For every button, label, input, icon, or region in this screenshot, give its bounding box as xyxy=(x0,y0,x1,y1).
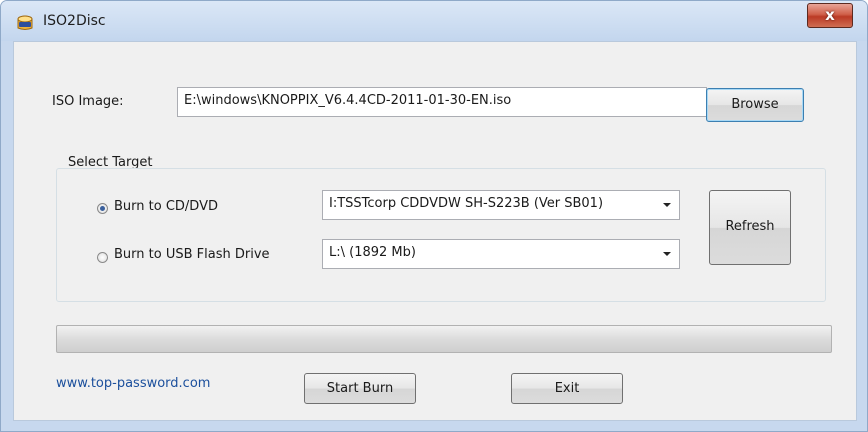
radio-selected-dot xyxy=(100,206,105,211)
window-title: ISO2Disc xyxy=(43,13,106,29)
usb-drive-value: L:\ (1892 Mb) xyxy=(329,245,416,260)
close-button[interactable]: x xyxy=(807,3,853,28)
website-link[interactable]: www.top-password.com xyxy=(56,376,210,391)
burn-cd-label[interactable]: Burn to CD/DVD xyxy=(114,199,218,214)
start-burn-button[interactable]: Start Burn xyxy=(304,373,416,404)
close-icon: x xyxy=(825,6,835,24)
cd-drive-select[interactable]: I:TSSTcorp CDDVDW SH-S223B (Ver SB01) xyxy=(322,190,680,220)
burn-cd-radio[interactable] xyxy=(97,203,108,214)
burn-usb-label[interactable]: Burn to USB Flash Drive xyxy=(114,247,270,262)
chevron-down-icon xyxy=(663,203,671,207)
browse-button[interactable]: Browse xyxy=(706,88,804,122)
iso-path-field[interactable]: E:\windows\KNOPPIX_V6.4.4CD-2011-01-30-E… xyxy=(177,87,707,117)
iso-disc-icon xyxy=(15,13,35,31)
burn-progress-bar xyxy=(56,325,832,353)
title-bar[interactable]: ISO2Disc x xyxy=(1,1,867,41)
app-window: ISO2Disc x ISO Image: E:\windows\KNOPPIX… xyxy=(0,0,868,432)
chevron-down-icon xyxy=(663,252,671,256)
burn-usb-radio[interactable] xyxy=(97,252,108,263)
refresh-button[interactable]: Refresh xyxy=(709,190,791,265)
iso-image-label: ISO Image: xyxy=(52,94,124,109)
exit-button[interactable]: Exit xyxy=(511,373,623,404)
usb-drive-select[interactable]: L:\ (1892 Mb) xyxy=(322,239,680,269)
cd-drive-value: I:TSSTcorp CDDVDW SH-S223B (Ver SB01) xyxy=(329,196,604,211)
main-panel: ISO Image: E:\windows\KNOPPIX_V6.4.4CD-2… xyxy=(13,41,857,421)
